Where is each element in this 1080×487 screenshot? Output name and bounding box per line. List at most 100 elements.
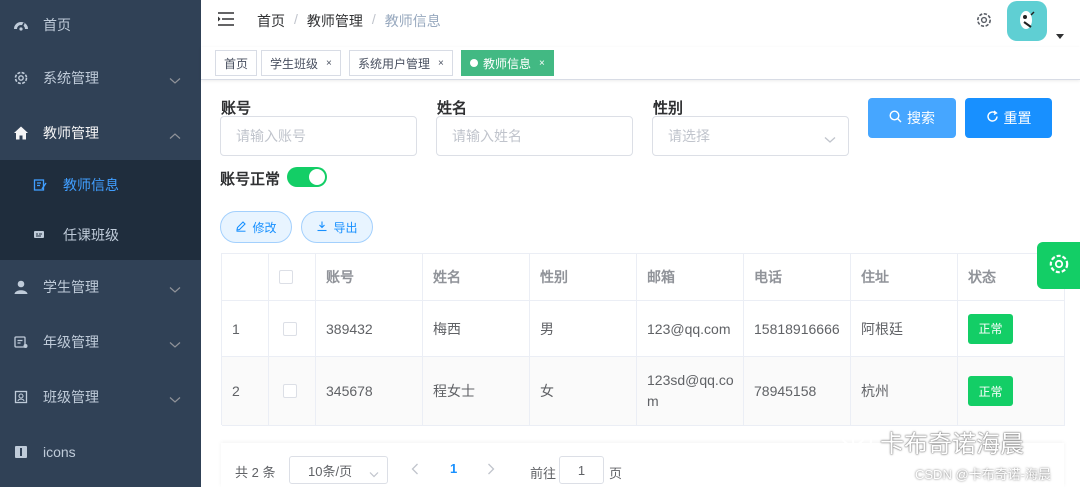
wechat-icon — [840, 424, 874, 459]
header-name: 姓名 — [423, 254, 530, 301]
row-status: 正常 — [958, 357, 1065, 426]
close-icon[interactable]: × — [539, 58, 545, 69]
sidebar-item-label: 年级管理 — [43, 334, 99, 350]
gear-icon[interactable] — [975, 11, 993, 32]
close-icon[interactable]: × — [326, 58, 332, 69]
row-address: 阿根廷 — [851, 301, 958, 357]
toggle-knob — [309, 169, 325, 185]
sidebar-item-system[interactable]: 系统管理 — [0, 53, 201, 103]
account-status-label: 账号正常 — [220, 171, 281, 188]
row-address: 杭州 — [851, 357, 958, 426]
table-row[interactable]: 2 345678 程女士 女 123sd@qq.com 78945158 杭州 … — [222, 357, 1065, 426]
sidebar-item-label: icons — [43, 444, 76, 460]
status-badge: 正常 — [968, 376, 1013, 406]
reset-button[interactable]: 重置 — [965, 98, 1052, 138]
next-page-icon[interactable] — [487, 462, 495, 478]
app-root: 首页 系统管理 教师管理 教师信息 任课班级 学生管理 年级管理 班级管理 ic… — [0, 0, 1080, 487]
header-gender: 性别 — [530, 254, 637, 301]
refresh-icon — [986, 110, 999, 126]
tag-teacher-info[interactable]: 教师信息 × — [461, 50, 554, 76]
search-icon — [889, 110, 902, 126]
sidebar-item-student[interactable]: 学生管理 — [0, 262, 201, 312]
header-account: 账号 — [316, 254, 423, 301]
gender-select-input[interactable] — [653, 117, 848, 155]
gender-select[interactable] — [652, 116, 849, 156]
caret-down-icon[interactable] — [1056, 27, 1064, 43]
header-email: 邮箱 — [637, 254, 744, 301]
avatar[interactable] — [1007, 1, 1047, 41]
chevron-down-icon — [169, 72, 181, 88]
status-badge: 正常 — [968, 313, 1013, 344]
goto-label: 前往 — [530, 466, 557, 481]
table-row[interactable]: 1 389432 梅西 男 123@qq.com 15818916666 阿根廷… — [222, 301, 1065, 357]
chevron-up-icon — [169, 127, 181, 143]
page-number-current[interactable]: 1 — [450, 461, 457, 476]
goto-page-input[interactable]: 1 — [559, 456, 604, 484]
row-index: 2 — [222, 357, 269, 426]
page-size-select[interactable]: 10条/页 — [289, 456, 388, 484]
sidebar-item-teacher-info[interactable]: 教师信息 — [0, 160, 201, 210]
row-select[interactable] — [269, 301, 316, 357]
edit-button[interactable]: 修改 — [220, 211, 292, 243]
navbar: 首页 / 教师管理 / 教师信息 — [201, 0, 1080, 43]
header-phone: 电话 — [744, 254, 851, 301]
tag-system-user[interactable]: 系统用户管理 × — [349, 50, 453, 76]
name-field[interactable] — [436, 116, 633, 156]
sidebar-item-class[interactable]: 班级管理 — [0, 372, 201, 422]
sidebar-item-label: 教师管理 — [43, 125, 99, 141]
row-name: 程女士 — [423, 357, 530, 426]
sidebar-item-course-class[interactable]: 任课班级 — [0, 210, 201, 260]
prev-page-icon[interactable] — [411, 462, 419, 478]
sidebar-item-home[interactable]: 首页 — [0, 0, 201, 50]
account-field[interactable] — [220, 116, 417, 156]
sidebar-item-label: 系统管理 — [43, 70, 99, 86]
sidebar-item-label: 教师信息 — [63, 177, 119, 193]
hamburger-icon[interactable] — [217, 11, 235, 30]
row-name: 梅西 — [423, 301, 530, 357]
home-icon — [12, 124, 30, 142]
header-index — [222, 254, 269, 301]
sidebar: 首页 系统管理 教师管理 教师信息 任课班级 学生管理 年级管理 班级管理 ic… — [0, 0, 201, 487]
account-input[interactable] — [221, 117, 416, 155]
search-button[interactable]: 搜索 — [868, 98, 956, 138]
breadcrumb-separator: / — [294, 11, 298, 27]
breadcrumb-home[interactable]: 首页 — [257, 11, 285, 31]
row-checkbox[interactable] — [283, 384, 297, 398]
watermark-sub: CSDN @卡布奇诺-海晨 — [915, 467, 1051, 482]
sidebar-item-grade[interactable]: 年级管理 — [0, 317, 201, 367]
tags-view: 首页 学生班级 × 系统用户管理 × 教师信息 × — [201, 47, 1080, 80]
teacher-table: 账号 姓名 性别 邮箱 电话 住址 状态 1 389432 梅西 男 123@q… — [221, 253, 1065, 426]
tag-home[interactable]: 首页 — [215, 50, 258, 76]
settings-float-button[interactable] — [1037, 242, 1080, 289]
search-button-label: 搜索 — [907, 110, 935, 126]
export-button[interactable]: 导出 — [301, 211, 373, 243]
grade-icon — [12, 333, 30, 351]
breadcrumb-current: 教师信息 — [384, 13, 441, 29]
gear-icon — [1047, 252, 1071, 279]
table-header-row: 账号 姓名 性别 邮箱 电话 住址 状态 — [222, 254, 1065, 301]
row-status: 正常 — [958, 301, 1065, 357]
class-icon — [12, 388, 30, 406]
row-checkbox[interactable] — [283, 321, 297, 336]
select-all-checkbox[interactable] — [279, 270, 293, 284]
page-size-value: 10条/页 — [308, 463, 353, 479]
header-select-all[interactable] — [269, 254, 316, 301]
row-gender: 女 — [530, 357, 637, 426]
active-dot-icon — [470, 59, 478, 67]
row-account: 345678 — [316, 357, 423, 426]
sidebar-item-label: 学生管理 — [43, 279, 99, 295]
tag-label: 学生班级 — [270, 56, 319, 71]
dashboard-icon — [12, 16, 30, 34]
sidebar-item-teacher[interactable]: 教师管理 — [0, 108, 201, 158]
sidebar-item-icons[interactable]: icons — [0, 427, 201, 477]
chevron-down-icon — [169, 281, 181, 297]
close-icon[interactable]: × — [438, 58, 444, 69]
row-select[interactable] — [269, 357, 316, 426]
breadcrumb-teacher[interactable]: 教师管理 — [307, 11, 363, 31]
name-input[interactable] — [437, 117, 632, 155]
teacher-submenu: 教师信息 任课班级 — [0, 160, 201, 260]
tag-label: 系统用户管理 — [358, 56, 431, 71]
account-status-toggle[interactable] — [287, 167, 327, 187]
tag-student-class[interactable]: 学生班级 × — [261, 50, 341, 76]
row-phone: 78945158 — [744, 357, 851, 426]
